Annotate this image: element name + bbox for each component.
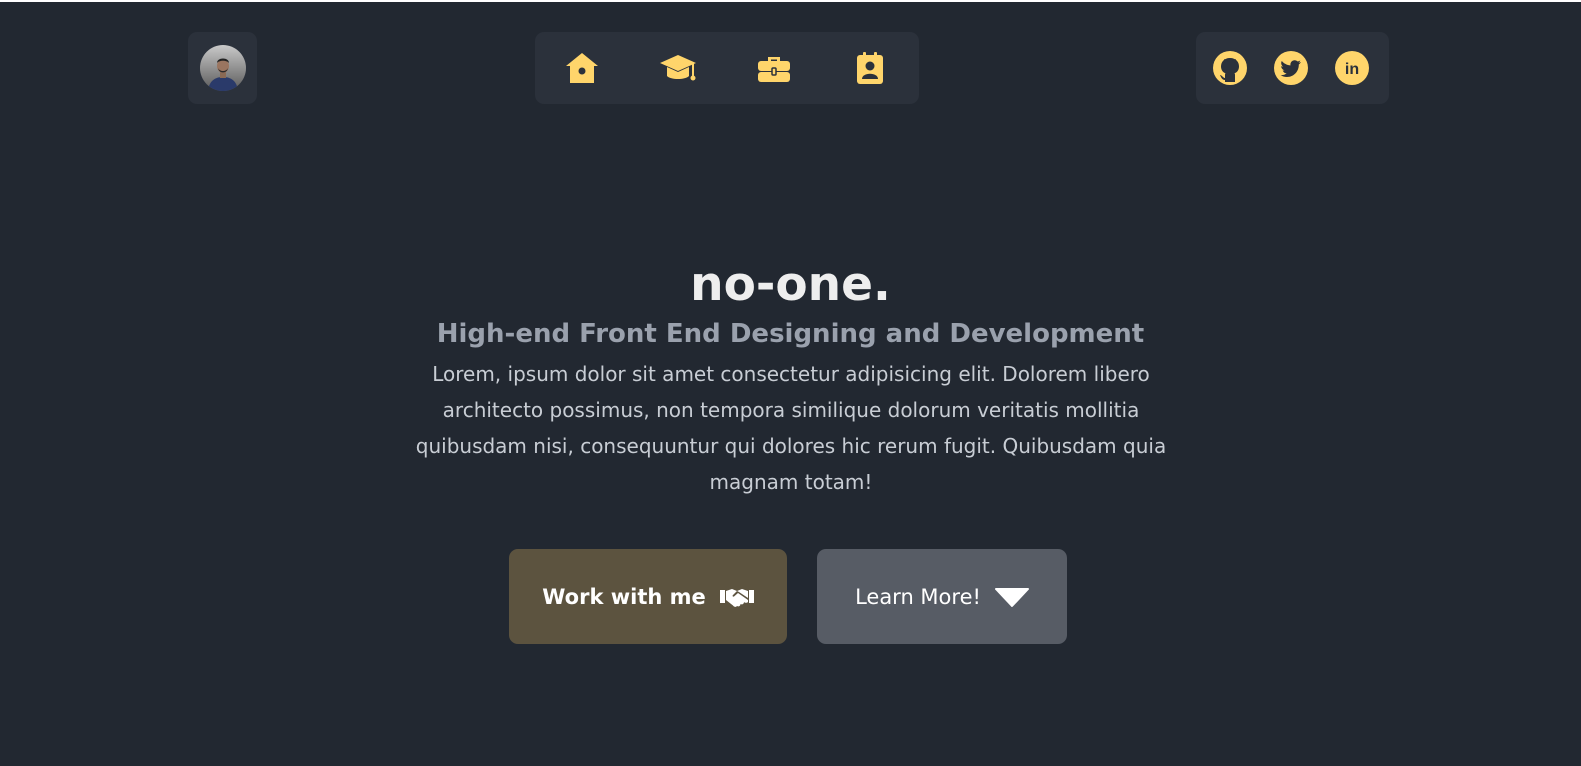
graduation-cap-icon <box>660 55 696 81</box>
nav-item-education[interactable] <box>659 49 697 87</box>
work-with-me-label: Work with me <box>542 584 706 609</box>
linkedin-link[interactable]: in <box>1334 50 1370 86</box>
avatar[interactable] <box>199 45 246 91</box>
social-links: in <box>1196 32 1389 104</box>
caret-down-icon <box>994 586 1029 608</box>
hero-subtitle: High-end Front End Designing and Develop… <box>436 319 1145 349</box>
hero-description: Lorem, ipsum dolor sit amet consectetur … <box>415 362 1167 494</box>
learn-more-button[interactable]: Learn More! <box>817 549 1067 644</box>
home-icon <box>566 53 598 83</box>
work-with-me-button[interactable]: Work with me <box>509 549 787 644</box>
github-icon <box>1213 51 1247 85</box>
main-nav <box>535 32 919 104</box>
hero-title: no-one. <box>690 257 891 312</box>
twitter-icon <box>1274 51 1308 85</box>
twitter-link[interactable] <box>1273 50 1309 86</box>
nav-item-home[interactable] <box>563 49 601 87</box>
contact-card-icon <box>857 52 883 84</box>
avatar-container[interactable] <box>188 32 257 104</box>
linkedin-icon-label: in <box>1345 61 1359 78</box>
linkedin-icon: in <box>1335 51 1369 85</box>
learn-more-label: Learn More! <box>855 584 981 609</box>
github-link[interactable] <box>1212 50 1248 86</box>
handshake-icon <box>719 586 754 608</box>
nav-item-work[interactable] <box>755 49 793 87</box>
nav-item-contact[interactable] <box>851 49 889 87</box>
top-border <box>0 0 1581 2</box>
briefcase-icon <box>758 57 790 82</box>
